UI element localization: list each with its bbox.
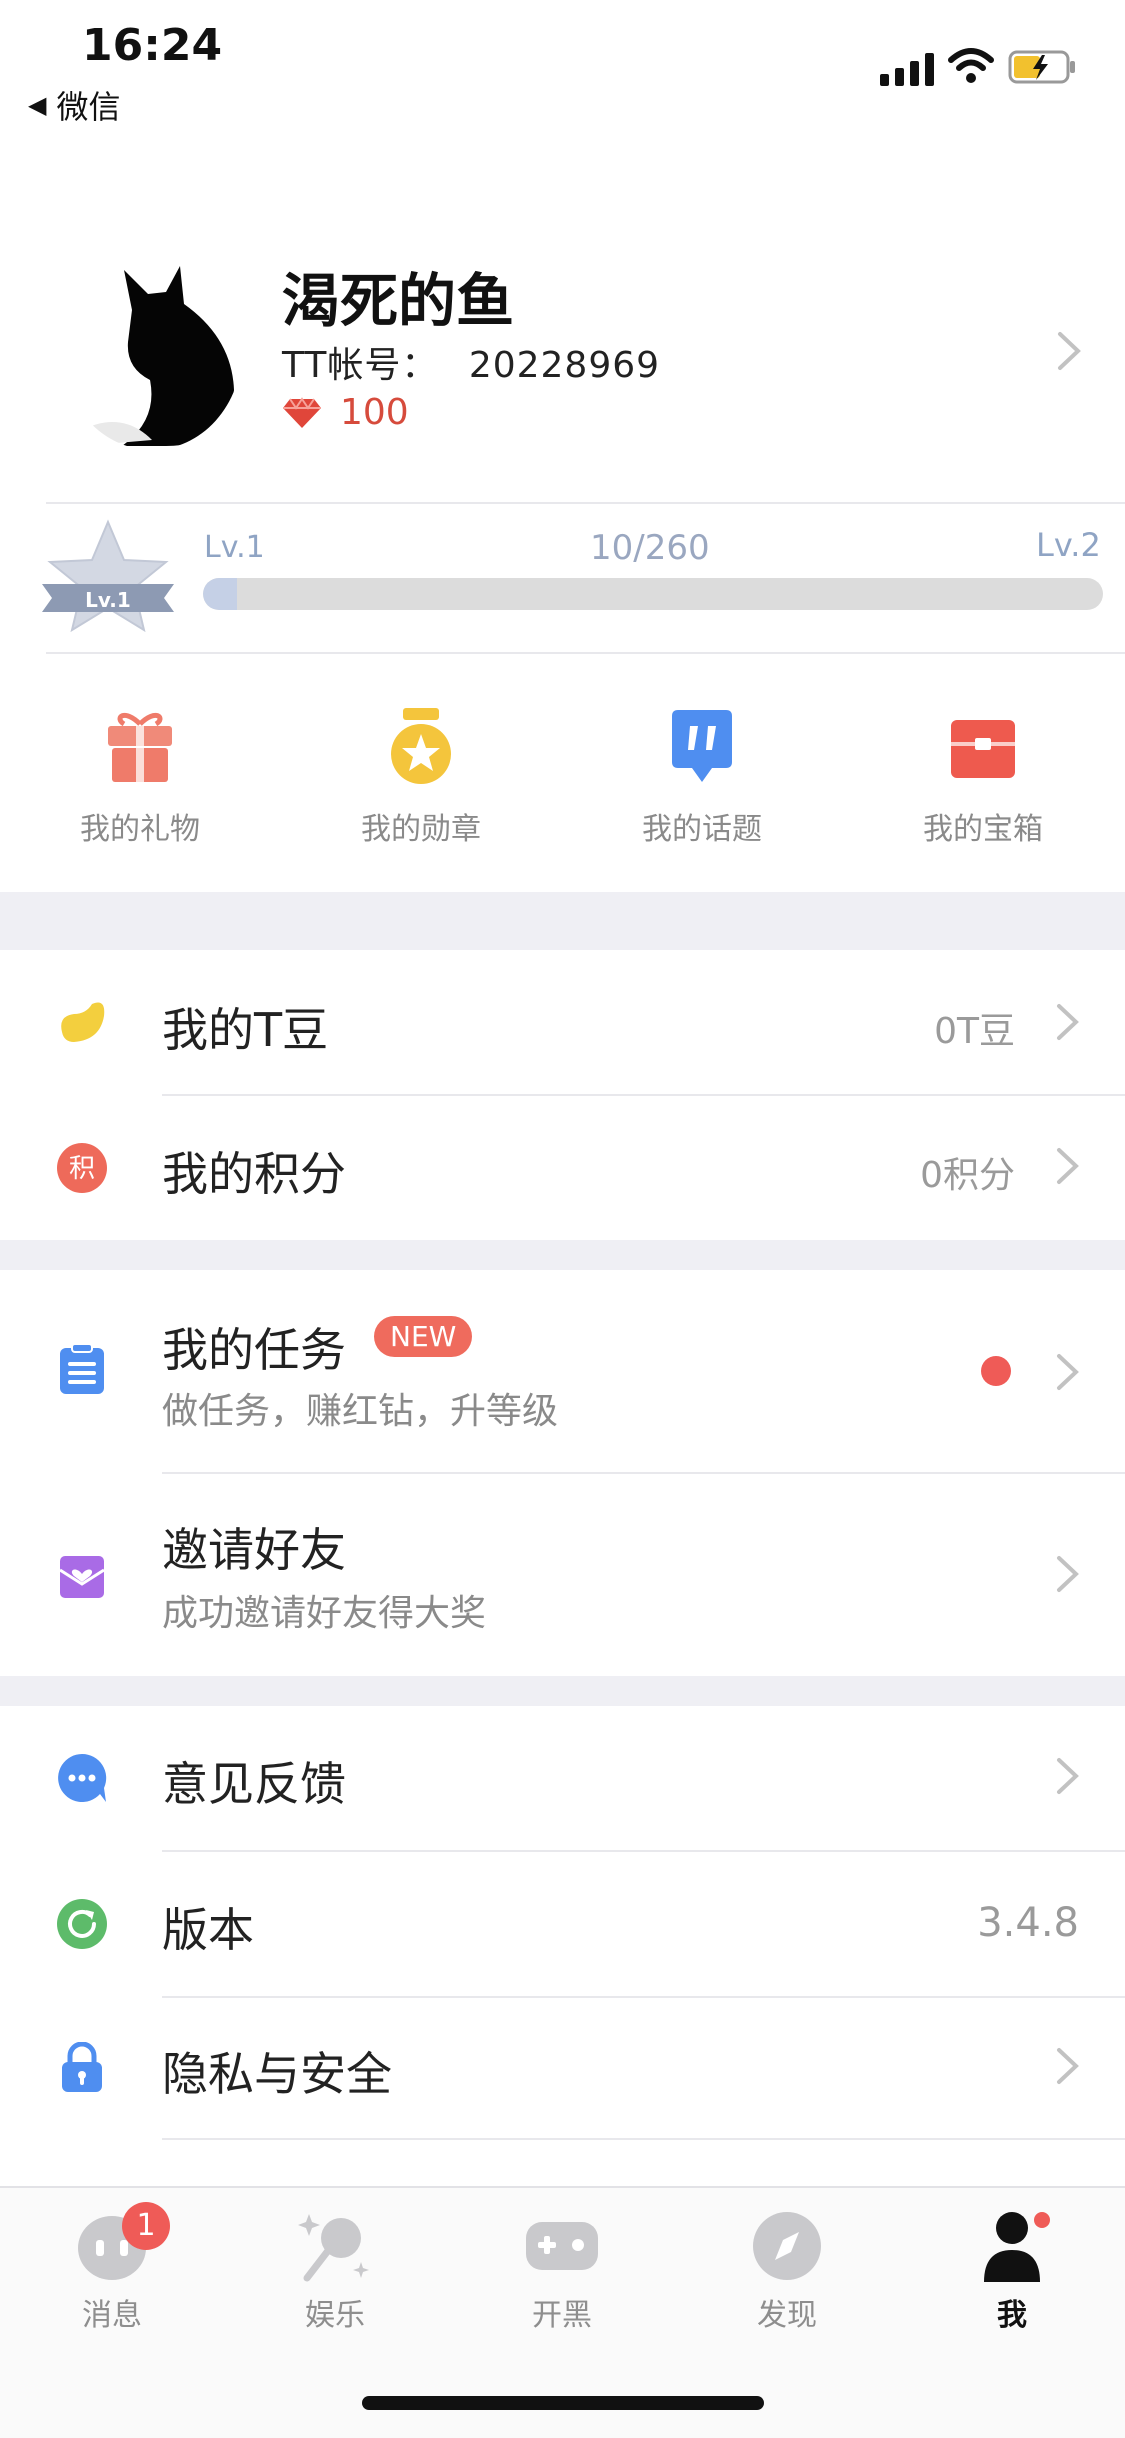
my-points-value: 0积分 (920, 1155, 1015, 1196)
profile-person-icon (984, 2212, 1050, 2282)
my-tasks-title: 我的任务 (162, 1323, 346, 1377)
wifi-icon (948, 48, 994, 83)
privacy-security-row[interactable]: 隐私与安全 (0, 1998, 1125, 2138)
quote-bubble-icon (672, 710, 732, 782)
section-gap (0, 892, 1125, 950)
profile-name: 渴死的鱼 (282, 267, 515, 335)
red-diamond-icon (283, 396, 321, 428)
treasure-chest-icon (951, 720, 1015, 778)
divider (162, 2138, 1125, 2140)
feedback-chat-icon (58, 1753, 107, 1802)
lock-icon (62, 2042, 102, 2092)
tab-messages-label: 消息 (82, 2298, 142, 2333)
tab-me[interactable]: 我 (922, 2208, 1102, 2334)
notification-dot (981, 1356, 1011, 1386)
level-progress-fill (203, 578, 238, 610)
invite-friends-subtitle: 成功邀请好友得大奖 (162, 1593, 487, 1634)
unread-count-badge: 1 (122, 2202, 170, 2250)
level-progress-text: 10/260 (590, 528, 710, 568)
level-progress-bar (203, 578, 1103, 610)
version-value: 3.4.8 (977, 1900, 1079, 1946)
my-tdou-title: 我的T豆 (162, 1003, 329, 1057)
privacy-security-title: 隐私与安全 (162, 2047, 392, 2101)
tab-discover-label: 发现 (757, 2298, 817, 2333)
invite-friends-row[interactable]: 邀请好友 成功邀请好友得大奖 (0, 1474, 1125, 1676)
chevron-right-icon (1058, 332, 1081, 370)
divider (46, 502, 1125, 504)
tab-discover[interactable]: 发现 (697, 2208, 877, 2334)
my-points-row[interactable]: 积 我的积分 0积分 (0, 1096, 1125, 1240)
back-arrow-icon: ◀ (28, 91, 47, 119)
chevron-right-icon (1057, 2048, 1079, 2084)
new-badge: NEW (374, 1316, 473, 1357)
my-treasure-chest-label: 我的宝箱 (923, 812, 1043, 847)
status-time: 16:24 (82, 20, 223, 71)
microphone-sparkle-icon (298, 2214, 369, 2282)
my-topics-button[interactable]: 我的话题 (592, 706, 812, 848)
tt-account-label: TT帐号： (282, 345, 439, 386)
version-row[interactable]: 版本 3.4.8 (0, 1852, 1125, 1996)
back-label: 微信 (56, 88, 121, 126)
my-tasks-subtitle: 做任务，赚红钻，升等级 (162, 1391, 559, 1432)
my-medals-label: 我的勋章 (361, 812, 481, 847)
my-medals-button[interactable]: 我的勋章 (311, 706, 531, 848)
invite-envelope-icon (59, 1556, 105, 1598)
chevron-right-icon (1057, 1556, 1079, 1592)
chevron-right-icon (1057, 1354, 1079, 1390)
cellular-signal-icon (880, 52, 934, 86)
level-badge-label: Lv.1 (85, 588, 131, 612)
section-gap (0, 1676, 1125, 1706)
chevron-right-icon (1057, 1004, 1079, 1040)
feedback-title: 意见反馈 (162, 1757, 346, 1811)
current-level-label: Lv.1 (204, 530, 265, 565)
my-gifts-label: 我的礼物 (80, 812, 200, 847)
my-topics-label: 我的话题 (642, 812, 762, 847)
points-icon-text: 积 (69, 1154, 95, 1184)
tab-team-up[interactable]: 开黑 (472, 2208, 652, 2334)
my-gifts-button[interactable]: 我的礼物 (30, 706, 250, 848)
tab-team-up-label: 开黑 (532, 2298, 592, 2333)
my-tdou-row[interactable]: 我的T豆 0T豆 (0, 950, 1125, 1094)
avatar (62, 250, 242, 450)
gift-icon (108, 712, 172, 782)
chevron-right-icon (1057, 1758, 1079, 1794)
medal-icon (391, 708, 451, 784)
section-gap (0, 1240, 1125, 1270)
divider (46, 652, 1125, 654)
tab-me-label: 我 (997, 2298, 1027, 2333)
tab-entertainment-label: 娱乐 (305, 2298, 365, 2333)
my-points-title: 我的积分 (162, 1147, 346, 1201)
tab-messages[interactable]: 1 消息 (22, 2202, 202, 2334)
points-icon: 积 (57, 1143, 107, 1193)
level-star-badge: Lv.1 (42, 519, 174, 633)
tab-entertainment[interactable]: 娱乐 (245, 2208, 425, 2334)
battery-charging-icon (1008, 50, 1075, 84)
my-tasks-row[interactable]: 我的任务 NEW 做任务，赚红钻，升等级 (0, 1270, 1125, 1472)
bean-icon (61, 1002, 105, 1042)
next-level-label: Lv.2 (1036, 526, 1101, 564)
diamond-count: 100 (340, 392, 409, 433)
compass-icon (753, 2212, 821, 2280)
clipboard-icon (60, 1344, 104, 1394)
chevron-right-icon (1057, 1148, 1079, 1184)
gamepad-icon (526, 2222, 598, 2270)
my-treasure-chest-button[interactable]: 我的宝箱 (873, 706, 1093, 848)
version-title: 版本 (162, 1903, 254, 1957)
invite-friends-title: 邀请好友 (162, 1523, 346, 1577)
diamond-balance: 100 (282, 392, 409, 433)
refresh-icon (57, 1899, 107, 1949)
tt-account-id: 20228969 (468, 345, 661, 386)
my-tdou-value: 0T豆 (934, 1011, 1015, 1052)
home-indicator (362, 2396, 764, 2410)
feedback-row[interactable]: 意见反馈 (0, 1706, 1125, 1850)
back-to-wechat-button[interactable]: ◀ 微信 (28, 82, 120, 128)
tt-account: TT帐号： 20228969 (282, 336, 660, 388)
